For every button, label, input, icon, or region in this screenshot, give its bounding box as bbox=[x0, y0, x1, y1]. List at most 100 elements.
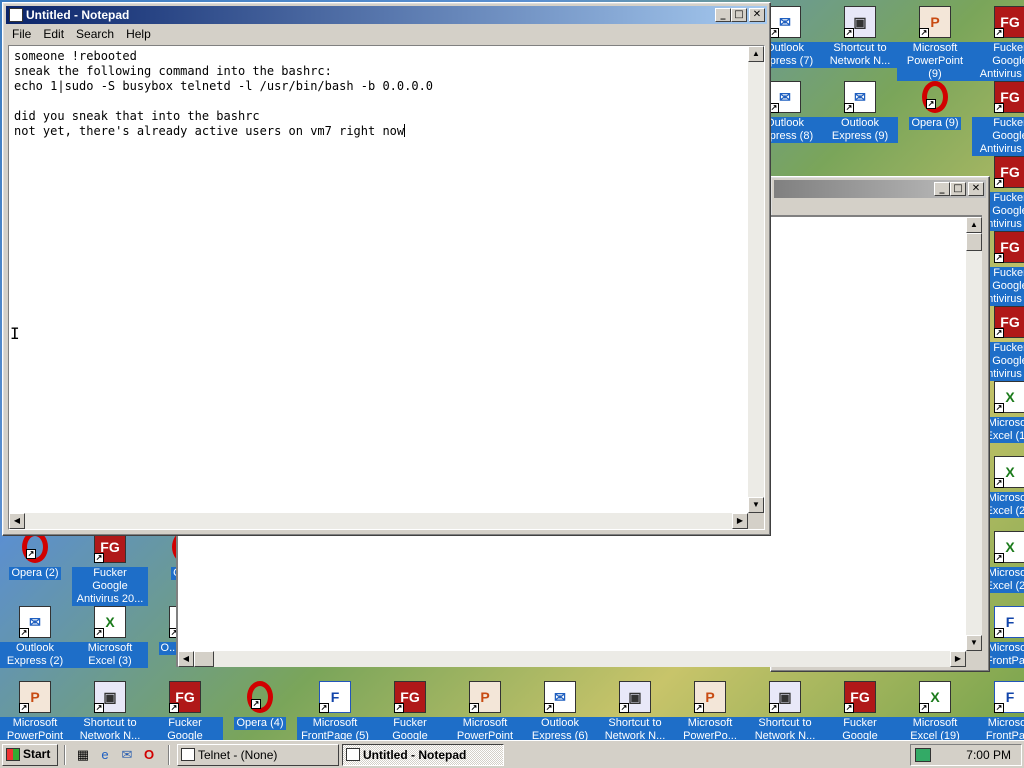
scroll-down-button[interactable]: ▼ bbox=[748, 497, 764, 513]
minimize-button[interactable]: _ bbox=[934, 182, 950, 196]
scroll-left-button[interactable]: ◀ bbox=[178, 651, 194, 667]
desktop-icon[interactable]: X ↗ Microsoft Excel (3) bbox=[72, 604, 148, 679]
desktop-icon[interactable]: ▣ ↗ Shortcut to Network N... bbox=[747, 679, 823, 740]
minimize-button[interactable]: _ bbox=[715, 8, 731, 22]
desktop-icon-label: Shortcut to Network N... bbox=[597, 717, 673, 740]
desktop-icon[interactable]: ▣ ↗ Shortcut to Network N... bbox=[822, 4, 898, 79]
fp-icon: F ↗ bbox=[994, 681, 1024, 713]
start-button[interactable]: Start bbox=[2, 744, 58, 766]
text-line: not yet, there's already active users on… bbox=[14, 124, 405, 138]
text-caret bbox=[404, 124, 406, 137]
shortcut-arrow-icon: ↗ bbox=[926, 99, 936, 109]
desktop-icon[interactable]: X ↗ Microsoft Excel (19) bbox=[897, 679, 973, 740]
desktop-icon[interactable]: P ↗ Microsoft PowerPo... bbox=[672, 679, 748, 740]
scroll-left-button[interactable]: ◀ bbox=[9, 513, 25, 529]
desktop-icon[interactable]: ↗ Opera (2) bbox=[0, 529, 73, 604]
notepad-hscroll[interactable]: ◀ ▶ bbox=[9, 513, 748, 529]
shortcut-arrow-icon: ↗ bbox=[994, 253, 1004, 263]
taskbar: Start ▦ e ✉ O Telnet - (None) Untitled -… bbox=[0, 740, 1024, 768]
clock[interactable]: 7:00 PM bbox=[966, 745, 1011, 765]
desktop-icon[interactable]: FG↗Fucker Google Antivirus 20... bbox=[822, 679, 898, 740]
shortcut-arrow-icon: ↗ bbox=[19, 628, 29, 638]
menu-search[interactable]: Search bbox=[70, 25, 120, 44]
telnet-vscroll[interactable]: ▲ ▼ bbox=[966, 217, 982, 651]
desktop-icon[interactable]: ✉ ↗ Outlook Express (6) bbox=[522, 679, 598, 740]
telnet-hscroll[interactable]: ◀ ▶ bbox=[178, 651, 966, 667]
notepad-window[interactable]: Untitled - Notepad _ □ ✕ File Edit Searc… bbox=[2, 2, 771, 536]
size-grip[interactable] bbox=[748, 513, 764, 529]
opera-icon[interactable]: O bbox=[140, 746, 158, 764]
scroll-up-button[interactable]: ▲ bbox=[748, 46, 764, 62]
scroll-right-button[interactable]: ▶ bbox=[950, 651, 966, 667]
network-tray-icon[interactable] bbox=[915, 748, 931, 762]
desktop-icon[interactable]: FG↗Fucker Google Antivirus 20... bbox=[147, 679, 223, 740]
scroll-up-button[interactable]: ▲ bbox=[966, 217, 982, 233]
windows-logo-icon bbox=[6, 748, 20, 761]
shortcut-arrow-icon: ↗ bbox=[994, 628, 1004, 638]
notepad-app-icon[interactable] bbox=[9, 8, 23, 22]
scroll-right-button[interactable]: ▶ bbox=[732, 513, 748, 529]
taskbar-divider bbox=[168, 745, 170, 765]
shortcut-arrow-icon: ↗ bbox=[844, 28, 854, 38]
desktop-icon[interactable]: FG↗ Fucker Google Antivirus 2... bbox=[972, 79, 1024, 156]
text-line-with-caret: not yet, there's already active users on… bbox=[14, 124, 744, 139]
shortcut-arrow-icon: ↗ bbox=[94, 628, 104, 638]
taskbar-button-label: Telnet - (None) bbox=[198, 748, 278, 762]
telnet-titlebar[interactable]: _ □ ✕ bbox=[774, 180, 986, 198]
fp-icon: F ↗ bbox=[994, 606, 1024, 638]
xl-icon: X ↗ bbox=[994, 531, 1024, 563]
desktop-icon[interactable]: P↗ Microsoft PowerPoint (3) bbox=[0, 679, 73, 740]
taskbar-button-telnet[interactable]: Telnet - (None) bbox=[177, 744, 339, 766]
scroll-down-button[interactable]: ▼ bbox=[966, 635, 982, 651]
desktop-icon[interactable]: ▣ ↗ Shortcut to Network N... bbox=[597, 679, 673, 740]
oe-icon: ✉↗ bbox=[19, 606, 51, 638]
desktop-icon[interactable]: FG↗Fucker Google Antivirus 20... bbox=[372, 679, 448, 740]
shortcut-arrow-icon: ↗ bbox=[169, 703, 179, 713]
system-tray: 7:00 PM bbox=[910, 744, 1022, 766]
maximize-button[interactable]: □ bbox=[950, 182, 966, 196]
desktop-icon-label: Microsoft PowerPoint (9) bbox=[897, 42, 973, 81]
desktop-icon-label: Opera (2) bbox=[9, 567, 61, 580]
desktop-icon-label: Shortcut to Network N... bbox=[747, 717, 823, 740]
desktop-icon[interactable]: ✉ ↗ Outlook Express (9) bbox=[822, 79, 898, 154]
shortcut-arrow-icon: ↗ bbox=[94, 553, 104, 563]
shortcut-arrow-icon: ↗ bbox=[844, 703, 854, 713]
desktop-icon[interactable]: ▣ ↗ Shortcut to Network N... bbox=[72, 679, 148, 740]
desktop-icon[interactable]: P↗ Microsoft PowerPoint (6) bbox=[447, 679, 523, 740]
desktop-icon[interactable]: FG↗Fucker Google Antivirus 20... bbox=[72, 529, 148, 606]
desktop-icon[interactable]: P ↗ Microsoft PowerPoint (9) bbox=[897, 4, 973, 81]
shortcut-arrow-icon: ↗ bbox=[694, 703, 704, 713]
desktop-icon[interactable]: F↗ Microsoft FrontPa... bbox=[972, 679, 1024, 740]
scroll-thumb-h[interactable] bbox=[194, 651, 214, 667]
menu-edit[interactable]: Edit bbox=[37, 25, 70, 44]
size-grip[interactable] bbox=[966, 651, 982, 667]
text-line: sneak the following command into the bas… bbox=[14, 64, 332, 78]
net-icon: ▣ ↗ bbox=[619, 681, 651, 713]
text-editor[interactable]: someone !rebooted sneak the following com… bbox=[8, 45, 765, 530]
notepad-vscroll[interactable]: ▲ ▼ bbox=[748, 46, 764, 513]
close-button[interactable]: ✕ bbox=[968, 182, 984, 196]
editor-text[interactable]: someone !rebooted sneak the following com… bbox=[14, 49, 744, 511]
desktop-icon-label: Outlook Express (2) bbox=[0, 642, 73, 668]
desktop-icon-label: Microsoft PowerPo... bbox=[672, 717, 748, 740]
desktop-icon-label: Outlook Express (6) bbox=[522, 717, 598, 740]
menu-help[interactable]: Help bbox=[120, 25, 157, 44]
desktop-icon[interactable]: ↗ Opera (9) bbox=[897, 79, 973, 154]
desktop-icon[interactable]: FG↗ Fucker Google Antivirus 2... bbox=[972, 4, 1024, 81]
desktop-icon-label: Microsoft PowerPoint (6) bbox=[447, 717, 523, 740]
ie-icon[interactable]: e bbox=[96, 746, 114, 764]
maximize-button[interactable]: □ bbox=[731, 8, 747, 22]
taskbar-button-notepad[interactable]: Untitled - Notepad bbox=[342, 744, 504, 766]
close-button[interactable]: ✕ bbox=[749, 8, 765, 22]
desktop-icon[interactable]: ✉ ↗ Outlook Express (2) bbox=[0, 604, 73, 679]
xl-icon: X ↗ bbox=[94, 606, 126, 638]
show-desktop-icon[interactable]: ▦ bbox=[74, 746, 92, 764]
desktop-icon[interactable]: F ↗ Microsoft FrontPage (5) bbox=[297, 679, 373, 740]
scroll-thumb[interactable] bbox=[966, 233, 982, 251]
text-line: someone !rebooted bbox=[14, 49, 137, 63]
desktop-icon[interactable]: ↗ Opera (4) bbox=[222, 679, 298, 740]
outlook-icon[interactable]: ✉ bbox=[118, 746, 136, 764]
desktop-icon-label: Microsoft FrontPage (5) bbox=[297, 717, 373, 740]
notepad-titlebar[interactable]: Untitled - Notepad _ □ ✕ bbox=[6, 6, 767, 24]
menu-file[interactable]: File bbox=[6, 25, 37, 44]
